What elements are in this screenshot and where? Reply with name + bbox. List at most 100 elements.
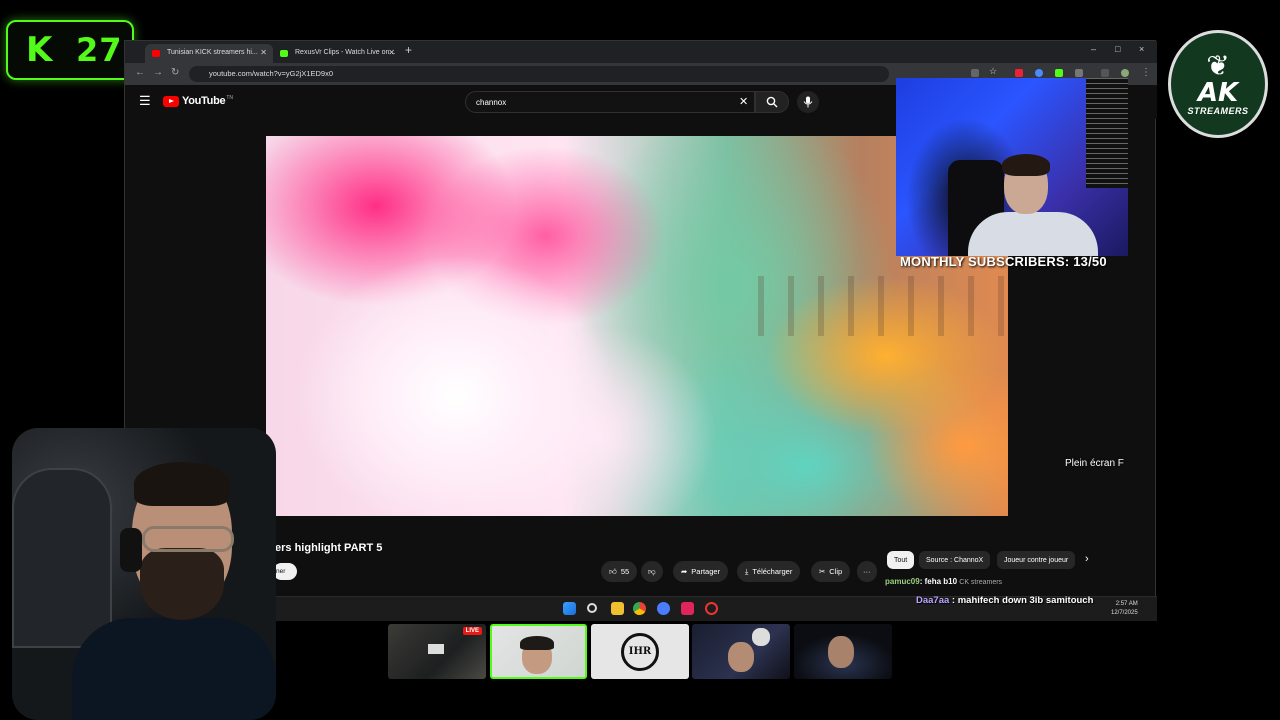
cast-icon[interactable] (971, 69, 979, 77)
obs-icon[interactable] (705, 602, 718, 615)
forward-icon[interactable]: → (153, 67, 163, 78)
chrome-icon[interactable] (633, 602, 646, 615)
ak-streamers-logo: ❦ AK STREAMERS (1168, 30, 1268, 138)
kick-favicon-icon (280, 50, 288, 57)
profile-avatar-icon[interactable] (1121, 69, 1129, 77)
youtube-logo[interactable]: YouTube TN (163, 95, 233, 107)
system-clock[interactable]: 2:57 AM 12/7/2025 (1111, 600, 1138, 618)
share-icon: ➦ (681, 567, 688, 576)
glasses (142, 526, 234, 552)
like-count: 55 (620, 567, 630, 576)
lamp (752, 628, 770, 646)
extensions-puzzle-icon[interactable] (1075, 69, 1083, 77)
chip-all[interactable]: Tout (887, 551, 915, 569)
tab-title: RexusVr Clips - Watch Live on... (295, 49, 396, 56)
chat-text: : mahifech down 3ib samitouch (949, 595, 1094, 606)
download-button[interactable]: ⤓ Télécharger (737, 561, 801, 582)
bookmark-star-icon[interactable]: ☆ (989, 66, 997, 76)
url-input[interactable]: youtube.com/watch?v=yG2jX1ED9x0 (189, 66, 889, 82)
kick-count: 27 (76, 31, 123, 69)
windows-start-icon[interactable] (563, 602, 576, 615)
search-icon (766, 96, 778, 108)
app-red-icon[interactable] (681, 602, 694, 615)
youtube-play-icon (163, 95, 179, 107)
dislike-button[interactable]: 👎︎ (641, 561, 663, 582)
fullscreen-tooltip: Plein écran F (1065, 458, 1124, 469)
sidebar-icon[interactable] (1101, 69, 1109, 77)
reload-icon[interactable]: ↻ (171, 67, 179, 78)
search-button[interactable] (755, 91, 789, 113)
search-icon[interactable] (587, 603, 597, 613)
thumbs-up-icon: 👍︎ (609, 566, 617, 576)
chat-message: pamuc09: feha b10 CK streamers (885, 577, 1002, 586)
webcam-streamer-main (12, 428, 276, 720)
browser-menu-icon[interactable]: ⋮ (1141, 67, 1151, 78)
chat-message: Daa7aa : mahifech down 3ib samitouch (916, 595, 1093, 606)
clip-label: Clip (829, 567, 843, 576)
chip-pvp[interactable]: Joueur contre joueur (997, 551, 1076, 569)
app-blue-icon[interactable] (657, 602, 670, 615)
kick-logo-icon: K (26, 30, 53, 70)
more-actions-button[interactable]: ··· (857, 561, 877, 582)
close-window-button[interactable]: × (1139, 44, 1144, 54)
hamburger-menu-icon[interactable]: ☰ (139, 93, 151, 109)
tab-kick[interactable]: RexusVr Clips - Watch Live on... ✕ (273, 44, 401, 63)
clear-search-icon[interactable]: ✕ (739, 95, 748, 108)
like-button[interactable]: 👍︎ 55 (601, 561, 638, 582)
chevron-right-icon[interactable]: › (1085, 553, 1089, 565)
close-tab-icon[interactable]: ✕ (388, 48, 395, 57)
video-title: ers highlight PART 5 (275, 542, 383, 554)
gaming-chair (12, 468, 112, 648)
clock-date: 12/7/2025 (1111, 610, 1138, 616)
ak-logo-sub: STREAMERS (1187, 106, 1249, 116)
voice-search-button[interactable] (797, 91, 819, 113)
team-logo-icon: IHR (621, 632, 659, 671)
chip-source[interactable]: Source : ChannoX (919, 551, 991, 569)
tab-title: Tunisian KICK streamers hi... (167, 49, 258, 56)
streamer-hair (134, 462, 230, 506)
back-icon[interactable]: ← (135, 67, 145, 78)
subscribe-button[interactable]: ner (273, 563, 297, 580)
streamer-beard (140, 548, 224, 620)
streamer-body (968, 212, 1098, 256)
subscriber-goal: MONTHLY SUBSCRIBERS: 13/50 (900, 254, 1107, 269)
stream-thumbnail[interactable]: IHR (591, 624, 689, 679)
streamer-face (828, 636, 854, 668)
clip-button[interactable]: ✂ Clip (811, 561, 851, 582)
chat-username: Daa7aa (916, 595, 950, 606)
ak-logo-text: AK (1197, 78, 1239, 108)
share-button[interactable]: ➦ Partager (673, 561, 729, 582)
stream-thumbnail[interactable]: LIVE (388, 624, 486, 679)
live-badge: LIVE (462, 627, 482, 635)
close-tab-icon[interactable]: ✕ (260, 48, 267, 57)
file-explorer-icon[interactable] (611, 602, 624, 615)
tab-bar: Tunisian KICK streamers hi... ✕ RexusVr … (125, 41, 1157, 63)
headset-icon (120, 528, 142, 572)
maximize-button[interactable]: □ (1115, 44, 1120, 54)
softbox-light (1086, 78, 1128, 188)
thumbs-down-icon: 👎︎ (648, 566, 656, 576)
new-tab-button[interactable]: + (405, 43, 412, 57)
scissors-icon: ✂ (819, 567, 826, 576)
microphone-icon (803, 96, 813, 108)
stream-thumbnail[interactable] (490, 624, 587, 679)
extension-blue-icon[interactable] (1035, 69, 1043, 77)
stream-thumbnail[interactable] (794, 624, 892, 679)
streamer-face (728, 642, 754, 672)
video-frame-detail (758, 276, 1008, 336)
extension-kick-icon[interactable] (1055, 69, 1063, 77)
webcam-streamer-top (896, 78, 1128, 256)
more-icon: ··· (863, 567, 871, 576)
download-icon: ⤓ (745, 566, 749, 576)
country-code: TN (226, 95, 233, 101)
extension-red-icon[interactable] (1015, 69, 1023, 77)
search-input[interactable]: channox (465, 91, 755, 113)
thumbnail-detail (428, 644, 444, 654)
minimize-button[interactable]: – (1091, 44, 1096, 54)
chat-username: pamuc09 (885, 577, 920, 586)
kick-follower-counter: K 27 (6, 20, 134, 80)
chat-text: : feha b10 (919, 577, 958, 586)
stream-thumbnail[interactable] (692, 624, 790, 679)
tab-youtube[interactable]: Tunisian KICK streamers hi... ✕ (145, 44, 273, 63)
share-label: Partager (691, 567, 721, 576)
